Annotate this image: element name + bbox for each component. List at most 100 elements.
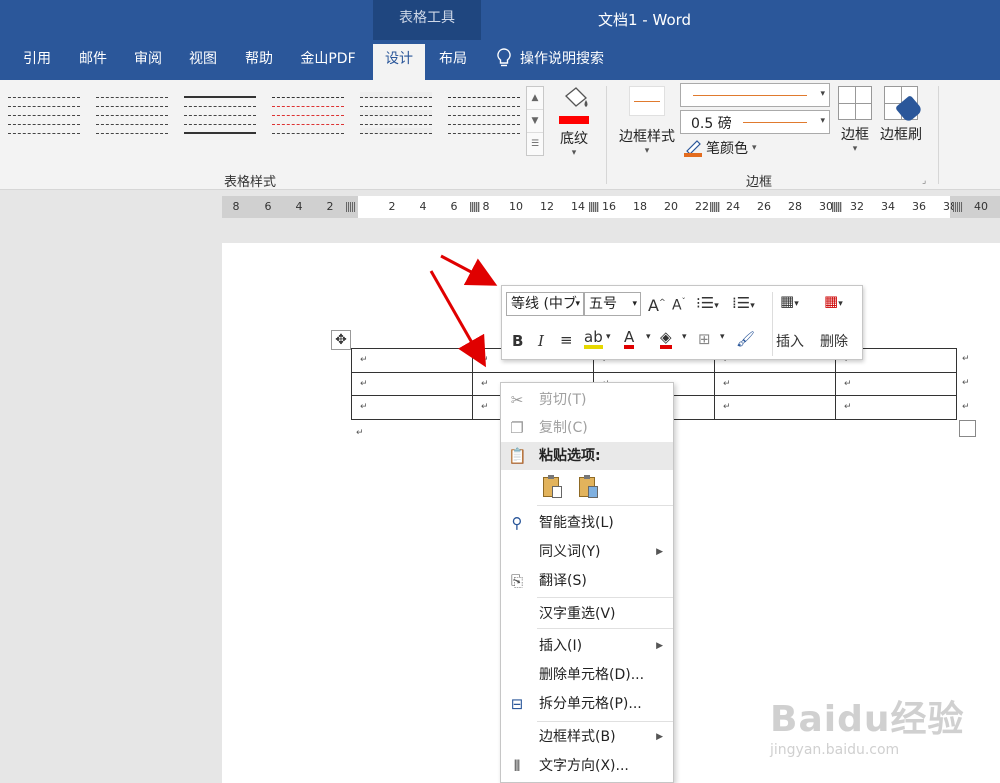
font-size-value: 五号: [589, 296, 617, 312]
tab-references[interactable]: 引用: [14, 44, 60, 80]
shrink-font-icon[interactable]: Aˇ: [672, 297, 686, 314]
menu-label: 复制(C): [539, 420, 588, 436]
styles-gallery-scroll[interactable]: ▲ ▼ ☰: [526, 86, 544, 156]
pen-color-label: 笔颜色: [706, 141, 748, 157]
ruler-tick-label: 2: [388, 200, 396, 213]
menu-item-copy[interactable]: ❐ 复制(C): [501, 414, 673, 442]
chevron-down-icon: ▾: [852, 144, 858, 154]
table-resize-handle[interactable]: [959, 420, 976, 437]
line-weight-dropdown[interactable]: 0.5 磅 ▾: [680, 110, 830, 134]
paste-picture-icon[interactable]: [576, 475, 598, 499]
menu-divider: [537, 628, 673, 629]
menu-item-smart-lookup[interactable]: ⚲ 智能查找(L): [501, 509, 673, 537]
line-style-dropdown[interactable]: ▾: [680, 83, 830, 107]
lightbulb-icon: [497, 48, 511, 67]
highlight-icon[interactable]: ab: [584, 328, 603, 349]
table-cell[interactable]: ↵: [714, 395, 836, 420]
watermark-brand: Baidu经验: [770, 699, 965, 740]
menu-item-delete-cells[interactable]: 删除单元格(D)...: [501, 661, 673, 689]
tab-review[interactable]: 审阅: [125, 44, 171, 80]
pen-color-button[interactable]: 笔颜色 ▾: [684, 138, 757, 158]
font-color-icon[interactable]: A: [624, 328, 635, 349]
mini-toolbar: 等线 (中ブ ▾ 五号 ▾ A^ Aˇ ⁝☰▾ ⁞☰▾ ▦▾ ▦▾ B I ≡ ab…: [501, 285, 863, 360]
table-style-grid[interactable]: [96, 92, 168, 144]
ruler-column-marker[interactable]: [589, 202, 599, 212]
gallery-up-icon[interactable]: ▲: [527, 87, 543, 110]
chevron-down-icon[interactable]: ▾: [606, 332, 611, 342]
table-cell[interactable]: ↵: [835, 395, 957, 420]
shrink-font-glyph: A: [672, 297, 682, 314]
ruler-column-marker[interactable]: [346, 202, 356, 212]
table-move-handle-icon[interactable]: ✥: [331, 330, 351, 350]
table-cell[interactable]: ↵: [835, 371, 957, 396]
menu-item-insert[interactable]: 插入(I) ▶: [501, 632, 673, 660]
ruler-column-marker[interactable]: [470, 202, 480, 212]
ruler-column-marker[interactable]: [832, 202, 842, 212]
border-painter-button[interactable]: 边框刷: [880, 86, 924, 144]
menu-item-reconvert[interactable]: 汉字重选(V): [501, 600, 673, 628]
gallery-down-icon[interactable]: ▼: [527, 110, 543, 133]
gallery-more-icon[interactable]: ☰: [527, 133, 543, 156]
border-styles-button[interactable]: 边框样式 ▾: [616, 86, 678, 166]
table-cell[interactable]: ↵: [714, 371, 836, 396]
borders-icon[interactable]: ⊞: [698, 330, 711, 348]
ruler-column-marker[interactable]: [953, 202, 963, 212]
menu-item-text-direction[interactable]: ⫴ 文字方向(X)...: [501, 752, 673, 780]
menu-item-cut[interactable]: ✂ 剪切(T): [501, 386, 673, 414]
search-icon: ⚲: [511, 514, 523, 532]
tab-help[interactable]: 帮助: [236, 44, 282, 80]
table-style-plain-grid[interactable]: [8, 92, 80, 144]
shading-icon[interactable]: ◈: [660, 328, 672, 349]
table-cell[interactable]: ↵: [351, 348, 473, 373]
menu-item-synonyms[interactable]: 同义词(Y) ▶: [501, 538, 673, 566]
table-style-red-accent[interactable]: [272, 92, 344, 144]
group-divider: [606, 86, 607, 184]
delete-button[interactable]: 删除: [820, 331, 848, 351]
borders-button[interactable]: 边框 ▾: [838, 86, 872, 154]
chevron-down-icon: ▾: [820, 116, 825, 126]
align-center-icon[interactable]: ≡: [560, 331, 573, 349]
delete-table-icon[interactable]: ▦▾: [824, 292, 843, 310]
tab-design[interactable]: 设计: [373, 44, 425, 80]
ruler-tick-label: 14: [571, 200, 585, 213]
table-cell[interactable]: ↵: [351, 395, 473, 420]
paste-keep-source-icon[interactable]: [540, 475, 562, 499]
shading-button[interactable]: 底纹 ▾: [550, 86, 598, 162]
border-styles-label: 边框样式: [619, 129, 675, 145]
bold-icon[interactable]: B: [512, 332, 523, 350]
numbering-icon[interactable]: ⁞☰▾: [732, 294, 755, 312]
table-style-light-list[interactable]: [448, 92, 520, 144]
toolbar-divider: [772, 292, 773, 356]
menu-item-split-cells[interactable]: ⊟ 拆分单元格(P)...: [501, 690, 673, 718]
insert-button[interactable]: 插入: [776, 331, 804, 351]
chevron-down-icon[interactable]: ▾: [720, 332, 725, 342]
menu-item-translate[interactable]: ⎘ 翻译(S): [501, 567, 673, 595]
chevron-down-icon[interactable]: ▾: [646, 332, 651, 342]
font-name-dropdown[interactable]: 等线 (中ブ ▾: [506, 292, 584, 316]
tell-me-search[interactable]: 操作说明搜索: [496, 48, 604, 68]
tell-me-label: 操作说明搜索: [520, 51, 604, 67]
chevron-down-icon[interactable]: ▾: [682, 332, 687, 342]
dialog-launcher-icon[interactable]: ⌟: [922, 176, 926, 186]
menu-item-border-styles[interactable]: 边框样式(B) ▶: [501, 723, 673, 751]
title-bar: 表格工具 文档1 - Word 引用 邮件 审阅 视图 帮助 金山PDF 设计 …: [0, 0, 1000, 80]
horizontal-ruler[interactable]: 8 6 4 2 2 4 6 8 10 12 14 16 18 20 22 24 26 28 30 32 34 36 38 40: [222, 196, 1000, 218]
tab-layout[interactable]: 布局: [430, 44, 476, 80]
border-painter-icon: [884, 86, 924, 124]
italic-icon[interactable]: I: [538, 332, 544, 350]
tab-view[interactable]: 视图: [180, 44, 226, 80]
tab-kingsoft-pdf[interactable]: 金山PDF: [292, 44, 364, 80]
table-style-header-rule[interactable]: [184, 92, 256, 144]
grow-font-icon[interactable]: A^: [648, 296, 666, 315]
insert-table-icon[interactable]: ▦▾: [780, 292, 799, 310]
table-cell[interactable]: ↵: [351, 371, 473, 396]
table-style-banded[interactable]: [360, 92, 432, 144]
row-end-mark: ↵: [962, 378, 970, 388]
format-painter-icon[interactable]: 🖌: [736, 330, 755, 348]
menu-label: 文字方向(X)...: [539, 758, 629, 774]
font-size-dropdown[interactable]: 五号 ▾: [584, 292, 641, 316]
tab-mailings[interactable]: 邮件: [70, 44, 116, 80]
table-tools-context-label: 表格工具: [373, 0, 481, 40]
bullets-icon[interactable]: ⁝☰▾: [696, 294, 719, 312]
ruler-column-marker[interactable]: [710, 202, 720, 212]
